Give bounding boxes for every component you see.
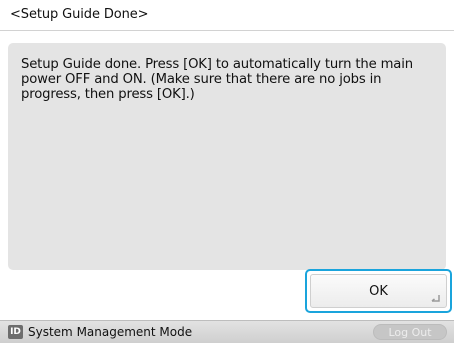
corner-arrow-icon [431,295,440,302]
ok-button-focus-ring: OK [305,269,452,313]
ok-button[interactable]: OK [310,274,447,308]
mode-label: System Management Mode [28,325,193,339]
logout-button-label: Log Out [388,326,432,339]
page-title: <Setup Guide Done> [10,7,149,22]
ok-button-label: OK [369,284,388,299]
status-bar: ID System Management Mode Log Out [0,320,454,343]
setup-guide-done-screen: <Setup Guide Done> Setup Guide done. Pre… [0,0,454,343]
message-text: Setup Guide done. Press [OK] to automati… [21,57,413,102]
logout-button[interactable]: Log Out [373,324,447,340]
title-bar: <Setup Guide Done> [0,0,454,31]
id-icon: ID [8,325,23,339]
message-panel: Setup Guide done. Press [OK] to automati… [8,43,446,270]
